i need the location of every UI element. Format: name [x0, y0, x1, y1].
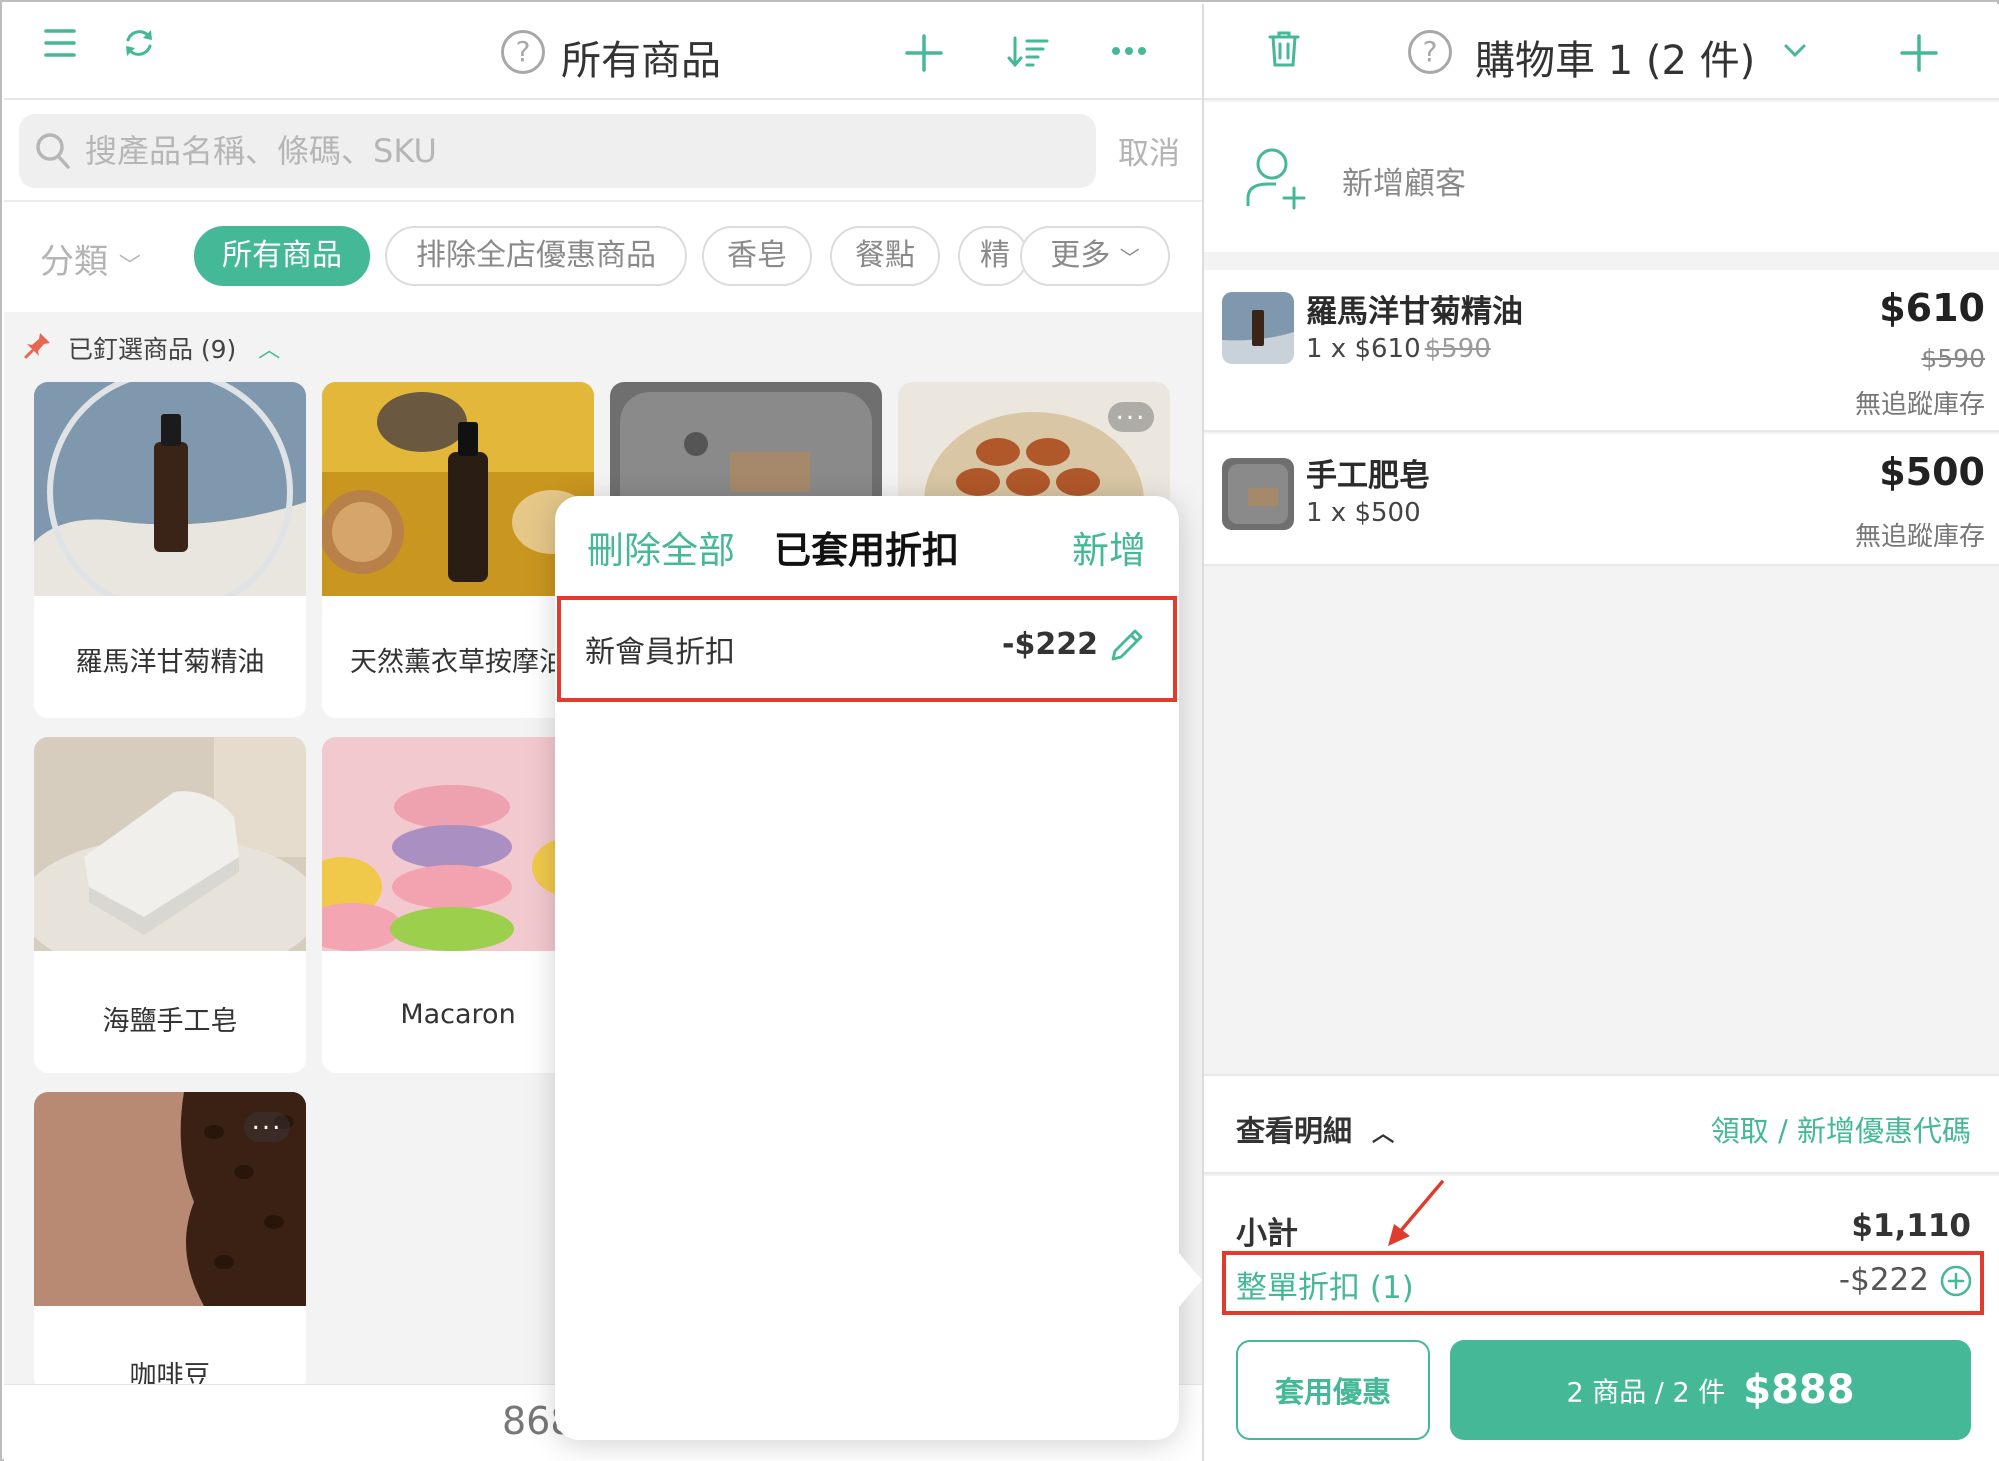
- cart-item-qty-price: 1 x $610: [1306, 334, 1421, 364]
- product-toolbar: ? 所有商品: [4, 4, 1202, 100]
- cart-item-stock-note: 無追蹤庫存: [1854, 522, 1985, 552]
- add-cart-icon[interactable]: [1900, 34, 1938, 72]
- chevron-up-icon[interactable]: ︿: [258, 338, 280, 363]
- pin-icon: [24, 331, 52, 365]
- popup-title: 已套用折扣: [774, 529, 959, 572]
- cart-item-thumbnail: [1222, 458, 1294, 530]
- pinned-section-header[interactable]: 已釘選商品 (9) ︿: [24, 330, 280, 366]
- order-summary: 小計 $1,110 整單折扣 (1) -$222 套用優惠 2 商品 / 2 件…: [1204, 1176, 1999, 1461]
- filter-row: 分類 ﹀ 所有商品 排除全店優惠商品 香皂 餐點 精 更多 ﹀: [4, 204, 1202, 312]
- cart-item-qty-price: 1 x $500: [1306, 498, 1421, 528]
- cart-title: 購物車 1 (2 件): [1475, 38, 1756, 84]
- more-options-icon[interactable]: [1112, 46, 1146, 56]
- subtotal-value: $1,110: [1851, 1208, 1971, 1244]
- cart-item[interactable]: 羅馬洋甘菊精油 1 x $610 $590 $610 $590 無追蹤庫存: [1204, 270, 1999, 432]
- chip-exclude-store-discount[interactable]: 排除全店優惠商品: [385, 226, 687, 286]
- add-customer-label: 新增顧客: [1342, 166, 1466, 202]
- subtotal-label: 小計: [1236, 1216, 1298, 1252]
- cart-item-name: 手工肥皂: [1306, 458, 1430, 494]
- more-filters-label: 更多: [1050, 238, 1111, 273]
- cart-panel: ? 購物車 1 (2 件) 新增顧客 羅馬洋甘菊精油 1 x $610 $590 …: [1202, 4, 1999, 1461]
- cart-item-stock-note: 無追蹤庫存: [1854, 390, 1985, 420]
- card-more-icon[interactable]: ...: [1108, 398, 1154, 432]
- product-card-chamomile-oil[interactable]: 羅馬洋甘菊精油: [34, 382, 306, 718]
- add-customer-row[interactable]: 新增顧客: [1204, 102, 1999, 252]
- card-more-icon[interactable]: ...: [244, 1108, 290, 1142]
- checkout-count: 2 商品 / 2 件: [1566, 1377, 1726, 1409]
- cart-item-qty: 1 x $610 $590: [1306, 334, 1491, 364]
- product-name: 天然薰衣草按摩油: [350, 647, 566, 678]
- checkout-total: $888: [1743, 1367, 1855, 1413]
- add-discount-button[interactable]: 新增: [1072, 520, 1146, 574]
- search-row: 取消: [4, 102, 1202, 202]
- cart-item-name: 羅馬洋甘菊精油: [1306, 294, 1523, 330]
- checkout-button[interactable]: 2 商品 / 2 件 $888: [1450, 1340, 1971, 1440]
- chip-all-products[interactable]: 所有商品: [194, 226, 370, 286]
- search-input[interactable]: [85, 114, 1085, 188]
- annotation-arrow-icon: [1384, 1178, 1446, 1248]
- product-name: Macaron: [400, 999, 516, 1030]
- refresh-icon[interactable]: [122, 26, 156, 60]
- cart-item-thumbnail: [1222, 292, 1294, 364]
- highlight-discount-row: [557, 596, 1177, 702]
- search-icon: [35, 132, 71, 170]
- trash-icon[interactable]: [1268, 30, 1300, 68]
- cart-item[interactable]: 手工肥皂 1 x $500 $500 無追蹤庫存: [1204, 434, 1999, 566]
- product-card-sea-salt-soap[interactable]: 海鹽手工皂: [34, 737, 306, 1073]
- search-box: [19, 114, 1096, 188]
- chip-meals[interactable]: 餐點: [830, 226, 940, 286]
- chevron-down-icon: ﹀: [1119, 246, 1140, 270]
- chip-truncated[interactable]: 精: [958, 226, 1028, 286]
- chip-soap[interactable]: 香皂: [702, 226, 812, 286]
- chevron-up-icon: ︿: [1372, 1122, 1395, 1147]
- help-icon[interactable]: ?: [501, 30, 545, 74]
- sort-icon[interactable]: [1007, 36, 1049, 68]
- popup-pointer: [1178, 1252, 1202, 1308]
- cart-item-total: $610: [1879, 286, 1985, 330]
- cart-item-orig-total: $590: [1921, 344, 1985, 373]
- view-details-toggle[interactable]: 查看明細 ︿: [1236, 1108, 1394, 1150]
- details-bar: 查看明細 ︿ 領取 / 新增優惠代碼: [1204, 1074, 1999, 1174]
- coupon-code-link[interactable]: 領取 / 新增優惠代碼: [1711, 1108, 1971, 1150]
- product-card-lavender-oil[interactable]: 天然薰衣草按摩油: [322, 382, 594, 718]
- cart-item-total: $500: [1879, 450, 1985, 494]
- add-user-icon: [1246, 146, 1312, 210]
- view-details-label: 查看明細: [1236, 1114, 1353, 1148]
- delete-all-discounts-button[interactable]: 刪除全部: [587, 520, 735, 574]
- product-name: 海鹽手工皂: [102, 1006, 238, 1037]
- product-image: [322, 737, 594, 951]
- chevron-down-icon: ﹀: [118, 254, 141, 279]
- product-card-coffee-beans[interactable]: ... 咖啡豆: [34, 1092, 306, 1392]
- product-image: [322, 382, 594, 596]
- app-frame: ? 所有商品 取消 分類 ﹀ 所有商品 排除全店優惠商: [0, 0, 1999, 1461]
- product-card-macaron[interactable]: Macaron: [322, 737, 594, 1073]
- category-label: 分類: [40, 242, 108, 282]
- category-dropdown[interactable]: 分類 ﹀: [40, 234, 141, 283]
- cart-item-orig-unit-price: $590: [1424, 334, 1491, 364]
- highlight-order-discount: [1222, 1251, 1984, 1315]
- product-image: [34, 737, 306, 977]
- product-name: 羅馬洋甘菊精油: [75, 647, 265, 678]
- cart-help-icon[interactable]: ?: [1408, 30, 1452, 74]
- menu-icon[interactable]: [44, 28, 76, 58]
- apply-promotion-button[interactable]: 套用優惠: [1236, 1340, 1430, 1440]
- more-filters-dropdown[interactable]: 更多 ﹀: [1020, 226, 1170, 286]
- cancel-search-button[interactable]: 取消: [1118, 128, 1180, 173]
- product-image: [34, 382, 306, 615]
- add-product-icon[interactable]: [905, 34, 943, 72]
- cart-switch-chevron-icon[interactable]: [1784, 44, 1806, 58]
- page-title: 所有商品: [561, 38, 721, 84]
- pinned-label: 已釘選商品 (9): [67, 335, 237, 364]
- cart-toolbar: ? 購物車 1 (2 件): [1204, 4, 1999, 100]
